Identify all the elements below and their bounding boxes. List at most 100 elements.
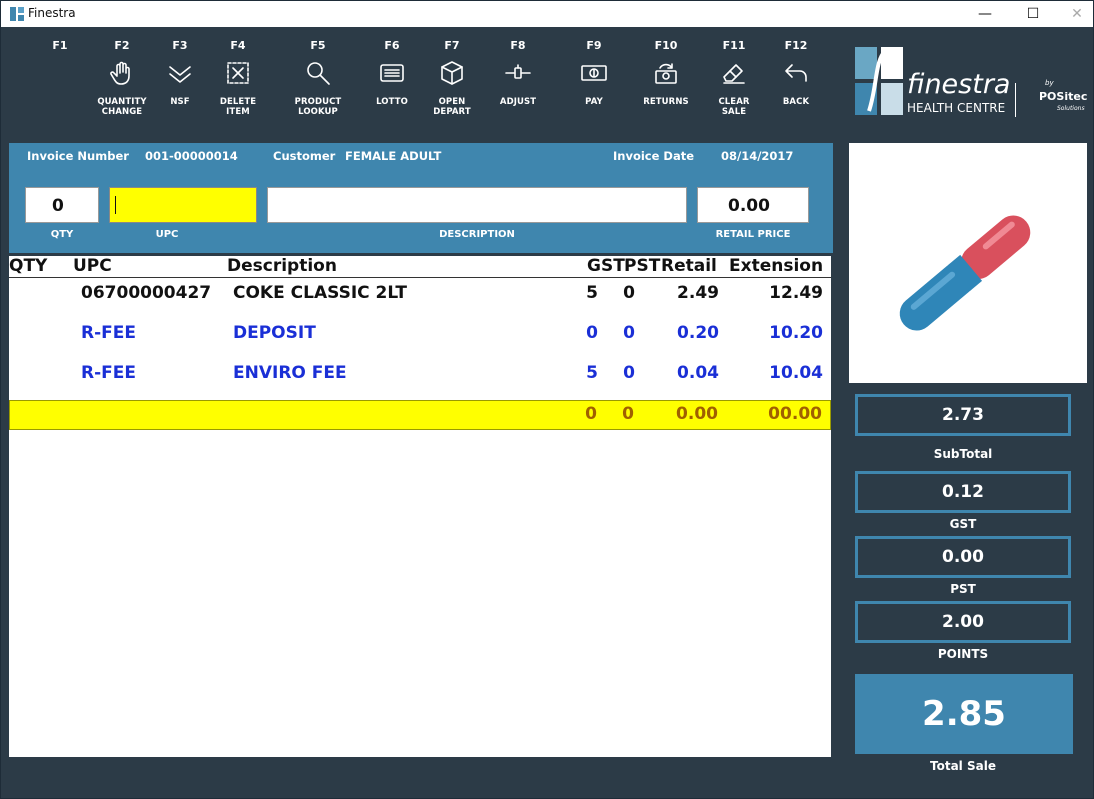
col-upc-header[interactable]: UPC bbox=[73, 256, 112, 276]
minimize-button[interactable]: — bbox=[963, 3, 1007, 25]
cell-upc: R-FEE bbox=[81, 363, 136, 383]
customer-label: Customer bbox=[273, 149, 336, 163]
invoice-date-label: Invoice Date bbox=[613, 149, 695, 163]
fkey-f7-open-depart-button[interactable]: F7 OPEN DEPART bbox=[421, 39, 483, 117]
cell-description: DEPOSIT bbox=[233, 323, 316, 343]
col-description-header[interactable]: Description bbox=[227, 256, 337, 276]
cell-pst: 0 bbox=[623, 283, 635, 303]
table-row[interactable]: 1 R-FEE DEPOSIT 0 0 0.20 0.20 bbox=[9, 320, 831, 350]
function-key-toolbar: F1 F2 QUANTITY CHANGE F3 NSF F4 DELETE ITEM F5 PRO… bbox=[1, 27, 847, 139]
back-arrow-icon bbox=[765, 53, 827, 93]
text-cursor bbox=[115, 196, 116, 214]
fkey-number: F4 bbox=[230, 39, 246, 52]
fkey-f3-nsf-button[interactable]: F3 NSF bbox=[149, 39, 211, 107]
app-logo-icon bbox=[10, 7, 24, 21]
fkey-f10-returns-button[interactable]: F10 RETURNS bbox=[635, 39, 697, 107]
fkey-label: LOTTO bbox=[376, 97, 408, 107]
fkey-f8-adjust-button[interactable]: F8 ADJUST bbox=[487, 39, 549, 107]
fkey-number: F11 bbox=[722, 39, 746, 52]
upc-input[interactable] bbox=[109, 187, 257, 223]
app-window: Finestra — ☐ ✕ F1 F2 QUANTITY CHANGE F3 NSF F4… bbox=[0, 0, 1094, 799]
adjust-icon bbox=[487, 53, 549, 93]
fkey-number: F5 bbox=[310, 39, 326, 52]
cell-retail: 2.49 bbox=[677, 283, 719, 303]
cell-gst: 0 bbox=[585, 404, 597, 424]
cell-pst: 0 bbox=[623, 323, 635, 343]
fkey-number: F12 bbox=[784, 39, 808, 52]
logo-brand-text: finestra bbox=[907, 69, 1011, 100]
cell-pst: 0 bbox=[623, 363, 635, 383]
invoice-number: 001-00000014 bbox=[145, 149, 238, 163]
description-input[interactable] bbox=[267, 187, 687, 223]
status-strip bbox=[9, 757, 831, 798]
fkey-number: F9 bbox=[586, 39, 602, 52]
cell-gst: 0 bbox=[586, 323, 598, 343]
none bbox=[29, 53, 91, 93]
close-button[interactable]: ✕ bbox=[1055, 3, 1094, 25]
pst-label: PST bbox=[950, 582, 976, 596]
title-bar: Finestra — ☐ ✕ bbox=[1, 1, 1093, 27]
gst-box: 0.12 bbox=[855, 471, 1071, 513]
table-row[interactable]: 1 06700000427 COKE CLASSIC 2LT 5 0 2.49 2.49 bbox=[9, 280, 831, 310]
cell-retail: 0.20 bbox=[677, 323, 719, 343]
fkey-number: F6 bbox=[384, 39, 400, 52]
invoice-header: Invoice Number 001-00000014 Customer FEM… bbox=[9, 143, 833, 253]
logo-sub-text: HEALTH CENTRE bbox=[907, 101, 1006, 115]
description-caption: DESCRIPTION bbox=[439, 229, 515, 240]
window-title: Finestra bbox=[28, 6, 76, 20]
finestra-logo-icon bbox=[855, 47, 903, 115]
table-row[interactable]: 0 0 0 0.00 0.00 bbox=[9, 400, 831, 430]
grid-header: QTY UPC Description GST PST Retail Exten… bbox=[9, 256, 831, 278]
retail-price-input[interactable]: 0.00 bbox=[697, 187, 809, 223]
col-extension-header[interactable]: Extension bbox=[729, 256, 823, 276]
maximize-button[interactable]: ☐ bbox=[1011, 3, 1055, 25]
cell-description: ENVIRO FEE bbox=[233, 363, 347, 383]
brand-logo: finestra HEALTH CENTRE by POSitec Soluti… bbox=[847, 27, 1093, 139]
cell-extension: 0.04 bbox=[781, 363, 823, 383]
fkey-label: CLEAR SALE bbox=[718, 97, 750, 117]
fkey-f4-delete-item-button[interactable]: F4 DELETE ITEM bbox=[207, 39, 269, 117]
subtotal-label: SubTotal bbox=[933, 447, 993, 461]
money-icon bbox=[563, 53, 625, 93]
subtotal-box: 2.73 bbox=[855, 394, 1071, 436]
retail-price-value: 0.00 bbox=[728, 196, 770, 216]
total-sale-box: 2.85 bbox=[855, 674, 1073, 754]
qty-input[interactable]: 0 bbox=[25, 187, 99, 223]
fkey-label: NSF bbox=[170, 97, 190, 107]
cell-pst: 0 bbox=[622, 404, 634, 424]
table-row[interactable]: 1 R-FEE ENVIRO FEE 5 0 0.04 0.04 bbox=[9, 360, 831, 390]
fkey-number: F3 bbox=[172, 39, 188, 52]
logo-partner-text: POSitec bbox=[1039, 90, 1088, 103]
fkey-f9-pay-button[interactable]: F9 PAY bbox=[563, 39, 625, 107]
ticket-icon bbox=[361, 53, 423, 93]
col-retail-header[interactable]: Retail bbox=[661, 256, 717, 276]
product-image bbox=[849, 143, 1087, 383]
logo-by-text: by bbox=[1045, 79, 1054, 87]
returns-icon bbox=[635, 53, 697, 93]
fkey-number: F1 bbox=[52, 39, 68, 52]
col-qty-header[interactable]: QTY bbox=[9, 256, 47, 276]
fkey-f11-clear-sale-button[interactable]: F11 CLEAR SALE bbox=[703, 39, 765, 117]
cell-retail: 0.04 bbox=[677, 363, 719, 383]
cell-retail: 0.00 bbox=[676, 404, 718, 424]
points-label: POINTS bbox=[937, 647, 989, 661]
search-icon bbox=[287, 53, 349, 93]
fkey-f6-lotto-button[interactable]: F6 LOTTO bbox=[361, 39, 423, 107]
fkey-f5-product-lookup-button[interactable]: F5 PRODUCT LOOKUP bbox=[287, 39, 349, 117]
fkey-label: PRODUCT LOOKUP bbox=[294, 97, 342, 117]
col-gst-header[interactable]: GST bbox=[587, 256, 625, 276]
eraser-icon bbox=[703, 53, 765, 93]
invoice-date: 08/14/2017 bbox=[721, 149, 794, 163]
fkey-number: F7 bbox=[444, 39, 460, 52]
col-pst-header[interactable]: PST bbox=[624, 256, 660, 276]
line-items-grid: QTY UPC Description GST PST Retail Exten… bbox=[9, 256, 831, 757]
cell-gst: 5 bbox=[586, 283, 598, 303]
fkey-number: F8 bbox=[510, 39, 526, 52]
fkey-f2-quantity-change-button[interactable]: F2 QUANTITY CHANGE bbox=[91, 39, 153, 117]
fkey-f12-back-button[interactable]: F12 BACK bbox=[765, 39, 827, 107]
pst-box: 0.00 bbox=[855, 536, 1071, 578]
fkey-number: F10 bbox=[654, 39, 678, 52]
cell-upc: 06700000427 bbox=[81, 283, 212, 303]
fkey-f1-button[interactable]: F1 bbox=[29, 39, 91, 97]
qty-caption: QTY bbox=[50, 229, 74, 240]
